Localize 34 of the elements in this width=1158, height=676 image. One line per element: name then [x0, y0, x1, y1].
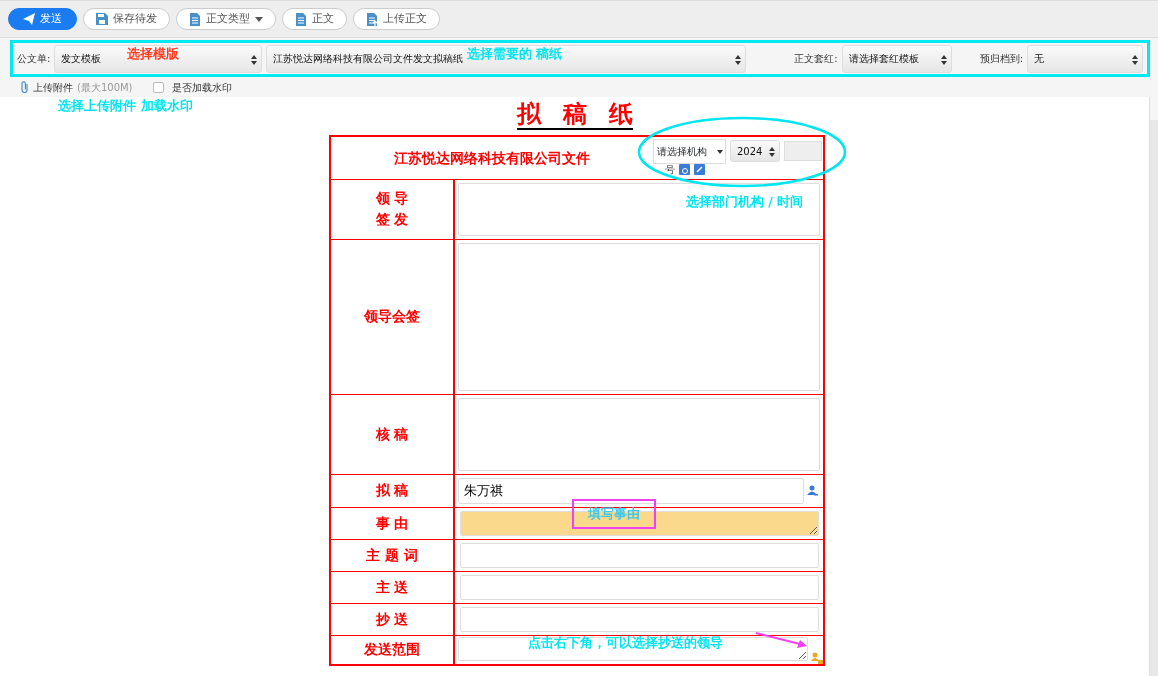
toolbar-button[interactable]: 保存待发	[83, 8, 170, 30]
field-label: 公文单:	[17, 52, 51, 66]
number-suffix: 号	[665, 162, 675, 177]
row-label: 领导会签	[363, 307, 421, 326]
redhead-select[interactable]: 请选择套红模板	[841, 44, 952, 73]
year-select[interactable]: 2024	[730, 140, 780, 163]
annotation-text: 选择需要的 稿纸	[467, 45, 563, 63]
annotation-text: 选择部门机构 / 时间	[686, 193, 804, 211]
upload-attachment-link[interactable]: 上传附件 (最大100M)	[20, 79, 133, 95]
field-label: 预归档到:	[979, 52, 1024, 66]
row-label: 核 稿	[374, 424, 410, 444]
annotation-box: 填写事由	[572, 499, 656, 529]
annotation-text: 点击右下角，可以选择抄送的领导	[528, 634, 723, 652]
archive-select[interactable]: 无	[1027, 44, 1143, 73]
row-label: 发送范围	[363, 640, 421, 660]
toolbar-button[interactable]: 正文类型	[176, 8, 276, 30]
page-title: 拟 稿 纸	[516, 99, 634, 130]
row-label: 事 由	[374, 513, 410, 533]
row-label: 主 送	[374, 577, 410, 597]
company-name: 江苏悦达网络科技有限公司文件	[393, 148, 591, 168]
drafter-field[interactable]: 朱万祺	[458, 477, 804, 504]
row-label: 领 导 签 发	[374, 189, 410, 229]
watermark-checkbox[interactable]: 是否加载水印	[152, 79, 232, 95]
annotation-text: 选择模版	[127, 45, 179, 63]
row-label: 抄 送	[374, 609, 410, 629]
annotation-text: 加载水印	[141, 97, 193, 115]
org-select[interactable]: 请选择机构	[653, 138, 726, 164]
toolbar-button[interactable]: 发送	[8, 8, 77, 30]
field-label: 正文套红:	[794, 52, 838, 66]
toolbar-button[interactable]: 上传正文	[353, 8, 440, 30]
row-label: 拟 稿	[374, 481, 410, 500]
toolbar-button[interactable]: 正文	[282, 8, 347, 30]
annotation-text: 选择上传附件	[58, 97, 136, 115]
row-label: 主 题 词	[365, 545, 419, 565]
